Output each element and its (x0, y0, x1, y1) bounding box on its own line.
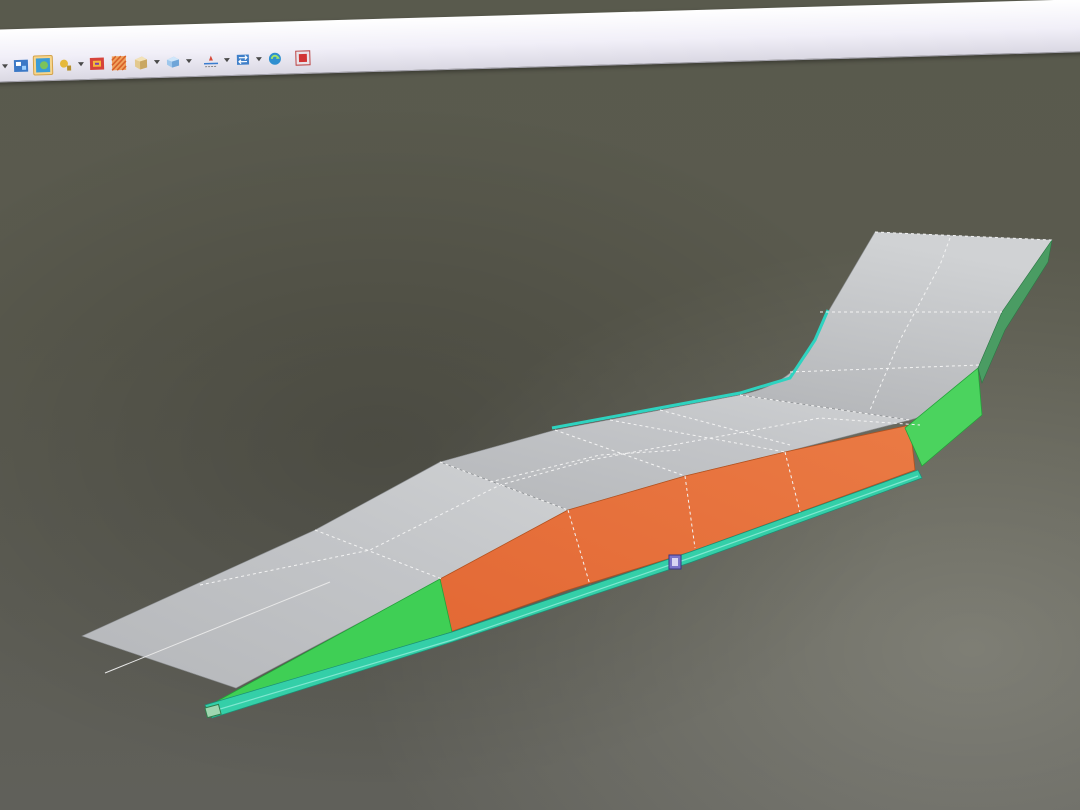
stop-render-icon[interactable] (293, 48, 314, 69)
transform-gizmo-icon[interactable] (668, 554, 682, 570)
texture-icon[interactable] (109, 53, 130, 74)
section-view-icon[interactable] (87, 53, 108, 74)
lighting-icon[interactable] (55, 54, 76, 75)
toolbar-row (1, 47, 313, 78)
chevron-down-icon[interactable] (185, 51, 194, 71)
chevron-down-icon[interactable] (223, 50, 232, 70)
display-mode-icon[interactable] (32, 54, 54, 76)
chevron-down-icon[interactable] (1, 56, 10, 76)
chevron-down-icon[interactable] (153, 52, 162, 72)
sync-icon[interactable] (265, 49, 286, 70)
render-style-icon[interactable] (11, 56, 32, 77)
part-icon[interactable] (163, 51, 184, 72)
chevron-down-icon[interactable] (255, 49, 264, 69)
dimension-icon[interactable] (201, 50, 222, 71)
cad-viewport[interactable] (0, 0, 1080, 810)
chevron-down-icon[interactable] (77, 54, 86, 74)
box-solid-icon[interactable] (131, 52, 152, 73)
transform-icon[interactable] (233, 49, 254, 70)
